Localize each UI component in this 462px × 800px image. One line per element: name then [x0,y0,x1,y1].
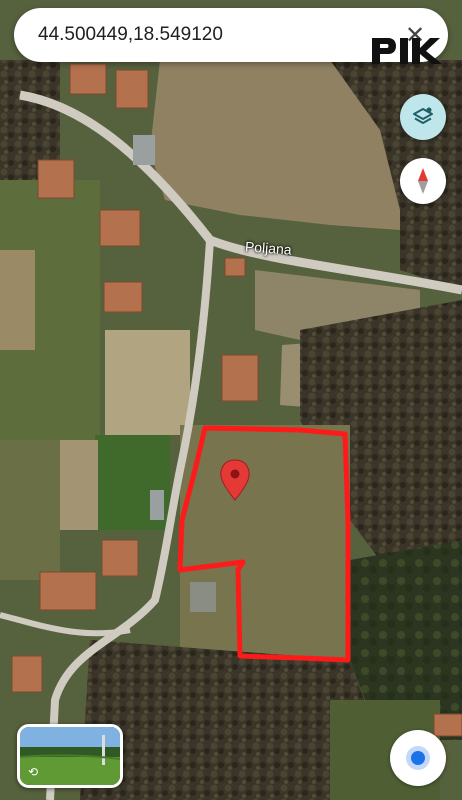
my-location-button[interactable] [390,730,446,786]
satellite-map[interactable] [0,0,462,800]
my-location-icon [406,746,430,770]
compass-button[interactable] [400,158,446,204]
rotate-360-icon: ⟲ [28,765,39,779]
compass-icon [418,168,428,194]
search-input[interactable]: 44.500449,18.549120 [38,24,400,46]
layers-button[interactable] [400,94,446,140]
street-view-thumbnail[interactable]: ⟲ [17,724,123,788]
layers-icon [413,107,433,124]
watermark-logo [372,38,442,64]
road-label: Poljana [244,238,293,258]
